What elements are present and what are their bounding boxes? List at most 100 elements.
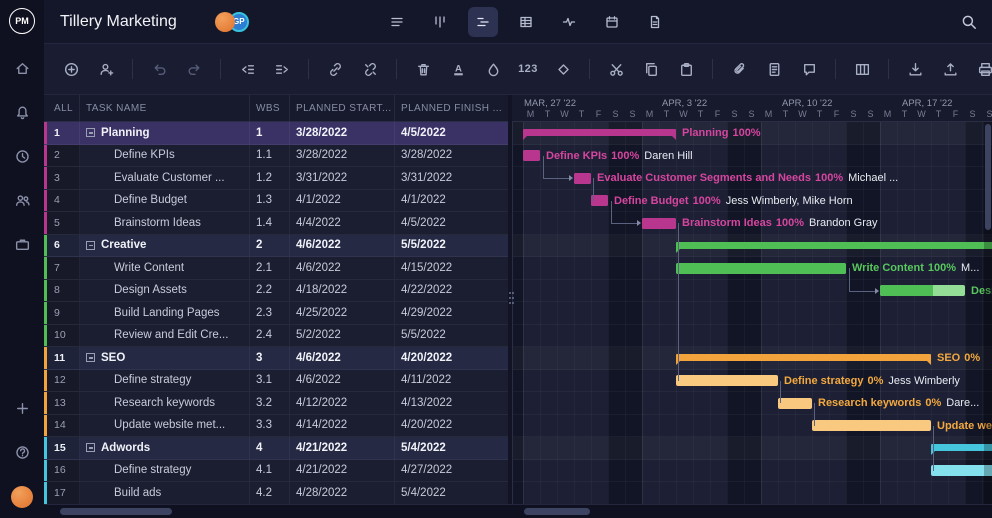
add-icon[interactable] [10,396,34,420]
table-row[interactable]: 17Build ads4.24/28/20225/4/2022 [44,482,512,505]
table-row[interactable]: 4Define Budget1.34/1/20224/1/2022 [44,190,512,213]
team-icon[interactable] [10,188,34,212]
copy-icon[interactable] [638,56,664,82]
day-letter: F [709,109,726,119]
comment-icon[interactable] [796,56,822,82]
home-icon[interactable] [10,56,34,80]
task-bar[interactable] [931,465,992,476]
table-row[interactable]: 6Creative24/6/20225/5/2022 [44,235,512,258]
number-format-icon[interactable]: 123 [515,56,541,82]
import-icon[interactable] [902,56,928,82]
font-color-icon[interactable]: A [445,56,471,82]
gantt-view-icon[interactable] [468,7,498,37]
table-hscroll-thumb[interactable] [60,508,172,515]
task-bar[interactable] [642,218,676,229]
paste-icon[interactable] [673,56,699,82]
board-view-icon[interactable] [425,7,455,37]
table-row[interactable]: 11SEO34/6/20224/20/2022 [44,347,512,370]
header-all[interactable]: ALL [44,95,80,121]
user-avatar[interactable] [11,486,33,508]
task-bar[interactable] [676,263,846,274]
milestone-icon[interactable] [550,56,576,82]
table-row[interactable]: 14Update website met...3.34/14/20224/20/… [44,415,512,438]
table-row[interactable]: 2Define KPIs1.13/28/20223/28/2022 [44,145,512,168]
day-letter: T [896,109,913,119]
bar-label: Research keywords0%Dare... [818,392,979,415]
table-row[interactable]: 5Brainstorm Ideas1.44/4/20224/5/2022 [44,212,512,235]
undo-icon[interactable] [146,56,172,82]
summary-bar[interactable] [523,129,676,136]
fill-color-icon[interactable] [480,56,506,82]
outdent-icon[interactable] [234,56,260,82]
table-row[interactable]: 1Planning13/28/20224/5/2022 [44,122,512,145]
task-bar[interactable] [574,173,591,184]
print-icon[interactable] [972,56,992,82]
search-icon[interactable] [960,13,978,31]
cut-icon[interactable] [603,56,629,82]
table-row[interactable]: 8Design Assets2.24/18/20224/22/2022 [44,280,512,303]
columns-icon[interactable] [849,56,875,82]
task-bar[interactable] [523,150,540,161]
redo-icon[interactable] [181,56,207,82]
collapse-icon[interactable] [86,128,95,137]
month-label: APR, 10 '22 [782,98,832,109]
vertical-scrollbar-thumb[interactable] [985,124,991,230]
planned-start-cell: 4/12/2022 [290,392,395,414]
link-tasks-icon[interactable] [322,56,348,82]
table-row[interactable]: 15Adwords44/21/20225/4/2022 [44,437,512,460]
table-row[interactable]: 9Build Landing Pages2.34/25/20224/29/202… [44,302,512,325]
export-icon[interactable] [937,56,963,82]
calendar-view-icon[interactable] [597,7,627,37]
planned-finish-cell: 4/5/2022 [395,212,512,234]
task-bar[interactable] [880,285,965,296]
attach-icon[interactable] [726,56,752,82]
task-bar[interactable] [778,398,812,409]
delete-icon[interactable] [410,56,436,82]
assign-user-icon[interactable] [93,56,119,82]
table-row[interactable]: 7Write Content2.14/6/20224/15/2022 [44,257,512,280]
briefcase-icon[interactable] [10,232,34,256]
table-row[interactable]: 12Define strategy3.14/6/20224/11/2022 [44,370,512,393]
header-planned-start[interactable]: PLANNED START... [290,95,395,121]
collapse-icon[interactable] [86,353,95,362]
row-number-cell: 2 [44,145,80,167]
clock-icon[interactable] [10,144,34,168]
splitter-handle-icon[interactable] [509,292,511,294]
day-letter: M [879,109,896,119]
divider [888,59,889,79]
sheet-view-icon[interactable] [511,7,541,37]
divider [835,59,836,79]
task-bar[interactable] [676,375,778,386]
table-row[interactable]: 10Review and Edit Cre...2.45/2/20225/5/2… [44,325,512,348]
app-logo[interactable]: PM [9,8,35,34]
collapse-icon[interactable] [86,241,95,250]
task-progress [676,263,846,274]
pane-splitter[interactable] [508,95,512,505]
member-avatar[interactable] [215,12,235,32]
table-body: 1Planning13/28/20224/5/20222Define KPIs1… [44,122,512,505]
bar-label: Define Budget100%Jess Wimberly, Mike Hor… [614,190,853,213]
task-bar[interactable] [812,420,931,431]
summary-bar[interactable] [931,444,992,451]
add-task-icon[interactable] [58,56,84,82]
summary-bar[interactable] [676,242,992,249]
activity-view-icon[interactable] [554,7,584,37]
header-task-name[interactable]: TASK NAME [80,95,250,121]
collapse-icon[interactable] [86,443,95,452]
dependency-arrow [637,220,641,226]
table-header: ALL TASK NAME WBS PLANNED START... PLANN… [44,95,512,122]
table-row[interactable]: 13Research keywords3.24/12/20224/13/2022 [44,392,512,415]
notes-icon[interactable] [761,56,787,82]
files-view-icon[interactable] [640,7,670,37]
gantt-hscroll-thumb[interactable] [524,508,590,515]
header-planned-finish[interactable]: PLANNED FINISH ... [395,95,512,121]
indent-icon[interactable] [269,56,295,82]
unlink-tasks-icon[interactable] [357,56,383,82]
list-view-icon[interactable] [382,7,412,37]
table-row[interactable]: 16Define strategy4.14/21/20224/27/2022 [44,460,512,483]
table-row[interactable]: 3Evaluate Customer ...1.23/31/20223/31/2… [44,167,512,190]
notifications-bell-icon[interactable] [10,100,34,124]
help-icon[interactable] [10,440,34,464]
header-wbs[interactable]: WBS [250,95,290,121]
summary-bar[interactable] [676,354,931,361]
